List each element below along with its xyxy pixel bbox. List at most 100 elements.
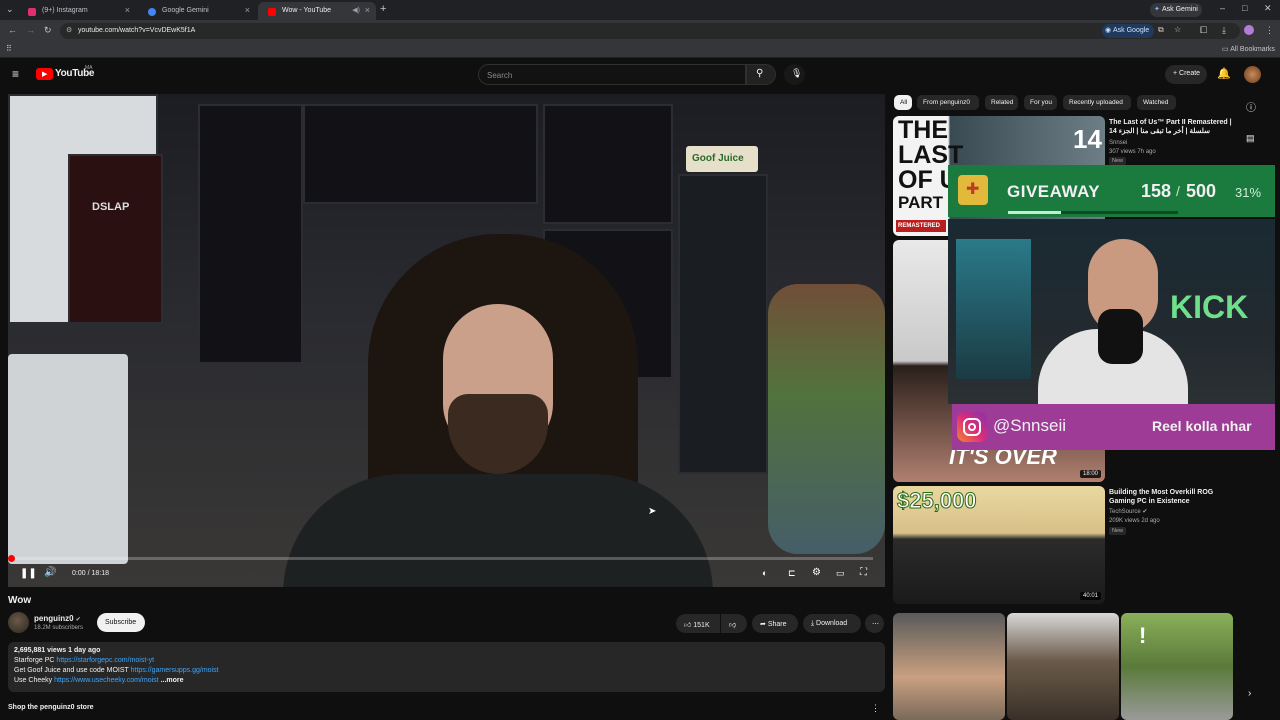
close-window-icon[interactable]: ✕ (1264, 3, 1272, 14)
search-button[interactable]: ⚲ (746, 64, 776, 85)
recommendation-title[interactable]: The Last of Us™ Part II Remastered | 14 … (1109, 118, 1239, 136)
tab-search-icon[interactable]: ⌄ (6, 4, 14, 15)
subscriber-count: 18.2M subscribers (34, 625, 84, 631)
video-duration: 18:00 (1079, 470, 1101, 478)
tab-youtube[interactable]: Wow - YouTube ◀) × (258, 2, 376, 20)
download-button[interactable]: ⤓ Download (803, 614, 861, 633)
recommendation-meta: 209K views 2d ago (1109, 518, 1160, 524)
chip-recently-uploaded[interactable]: Recently uploaded (1063, 95, 1131, 110)
theater-mode-icon[interactable]: ▭ (836, 568, 845, 579)
like-button[interactable]: 👍︎ 151K (676, 614, 720, 633)
gift-icon: ✚ (958, 175, 988, 205)
gemini-favicon-icon (148, 8, 156, 16)
ask-google-button[interactable]: ◉ Ask Google (1102, 24, 1154, 38)
like-count: 151K (693, 622, 710, 629)
tab-label: Wow - YouTube (282, 7, 332, 14)
chip-related[interactable]: Related (985, 95, 1018, 110)
store-menu-icon[interactable]: ⋮ (871, 703, 880, 714)
chip-from-channel[interactable]: From penguinz0 (917, 95, 979, 110)
neon-sign-text: KICK (1170, 289, 1249, 325)
downloads-icon[interactable]: ⤓ (1222, 25, 1226, 36)
recommendation-title[interactable]: Building the Most Overkill ROG Gaming PC… (1109, 488, 1234, 506)
apps-grid-icon[interactable]: ⠿ (6, 44, 12, 53)
chip-watched[interactable]: Watched (1137, 95, 1176, 110)
description-link[interactable]: https://gamersupps.gg/moist (131, 667, 219, 674)
cast-icon[interactable]: ⧉ (1158, 25, 1164, 35)
shorts-thumbnail[interactable]: ! (1121, 613, 1233, 720)
share-arrow-icon: ➦ (760, 621, 768, 628)
folder-icon: ▭ (1222, 46, 1229, 53)
shorts-thumbnail[interactable] (1007, 613, 1119, 720)
tab-label: (9+) Instagram (42, 7, 88, 14)
thumbs-down-icon: 👎︎ (729, 622, 737, 629)
minimize-icon[interactable]: – (1220, 3, 1225, 13)
giveaway-count: 158 (1141, 181, 1172, 201)
chat-icon[interactable]: ▤ (1246, 133, 1255, 144)
show-more-link[interactable]: ...more (161, 677, 184, 684)
dislike-button[interactable]: 👎︎ (721, 614, 747, 633)
ask-gemini-button[interactable]: ✦ Ask Gemini (1150, 3, 1202, 17)
channel-avatar[interactable] (8, 612, 29, 633)
chip-all[interactable]: All (894, 95, 912, 110)
close-tab-icon[interactable]: × (245, 5, 250, 15)
info-icon[interactable]: ⓘ (1246, 99, 1256, 114)
chrome-menu-icon[interactable]: ⋮ (1265, 25, 1274, 36)
captions-icon[interactable]: ⊏ (788, 568, 796, 579)
notifications-bell-icon[interactable]: 🔔 (1217, 67, 1231, 80)
close-tab-icon[interactable]: × (125, 5, 130, 15)
autoplay-toggle-icon[interactable]: ◐ (762, 568, 767, 578)
fridge (678, 174, 768, 474)
create-button[interactable]: + Create (1165, 65, 1207, 84)
address-bar[interactable]: ⚙ youtube.com/watch?v=VcvDEwK5f1A ◉ Ask … (60, 23, 1240, 39)
all-bookmarks-link[interactable]: ▭ All Bookmarks (1222, 45, 1275, 53)
more-actions-button[interactable]: ⋯ (865, 614, 884, 633)
video-player[interactable]: DSLAP Goof Juice ➤ (8, 94, 885, 587)
neon-sign: Goof Juice (686, 146, 758, 172)
ask-gemini-label: Ask Gemini (1162, 6, 1198, 13)
site-info-icon[interactable]: ⚙ (66, 26, 72, 34)
description-link[interactable]: https://starforgepc.com/moist-yt (56, 657, 154, 664)
giveaway-total: 500 (1186, 181, 1217, 201)
url-text: youtube.com/watch?v=VcvDEwK5f1A (78, 27, 196, 34)
settings-gear-icon[interactable]: ⚙ (812, 567, 821, 578)
reload-icon[interactable]: ↻ (44, 25, 52, 36)
share-label: Share (767, 621, 787, 628)
video-duration: 40:01 (1079, 592, 1101, 600)
giveaway-label: GIVEAWAY (1007, 182, 1101, 201)
volume-icon[interactable]: 🔊 (44, 567, 56, 578)
video-progress-bar[interactable] (8, 555, 873, 562)
recommendation-thumbnail[interactable]: $25,000 40:01 (893, 486, 1105, 604)
bookmark-star-icon[interactable]: ☆ (1174, 25, 1181, 34)
description-link[interactable]: https://www.usecheeky.com/moist (54, 677, 159, 684)
profile-avatar[interactable] (1244, 25, 1254, 35)
shorts-thumbnail[interactable] (893, 613, 1005, 720)
forward-icon[interactable]: → (26, 25, 35, 35)
chip-for-you[interactable]: For you (1024, 95, 1057, 110)
audio-playing-icon[interactable]: ◀) (352, 6, 360, 14)
channel-name[interactable]: penguinz0 ✔ (34, 614, 81, 623)
hamburger-menu-icon[interactable]: ≡ (12, 67, 19, 81)
recommendation-channel[interactable]: TechSource ✔ (1109, 508, 1147, 516)
scrubber-handle[interactable] (8, 555, 15, 562)
search-input[interactable]: Search (478, 64, 746, 85)
extensions-icon[interactable]: ⧠ (1200, 25, 1207, 36)
tab-instagram[interactable]: (9+) Instagram × (18, 2, 136, 20)
chevron-right-icon[interactable]: › (1248, 688, 1251, 699)
account-avatar[interactable] (1244, 66, 1261, 83)
back-icon[interactable]: ← (8, 25, 17, 35)
share-button[interactable]: ➦ Share (752, 614, 798, 633)
pause-icon[interactable]: ❚❚ (20, 568, 37, 579)
store-section-title: Shop the penguinz0 store (8, 704, 94, 711)
recommendation-channel[interactable]: Snnsei (1109, 139, 1127, 147)
voice-search-button[interactable]: 🎙 (784, 64, 805, 85)
description-box[interactable]: 2,695,881 views 1 day ago Starforge PC h… (8, 642, 885, 692)
fullscreen-icon[interactable]: ⛶ (860, 567, 867, 578)
tab-gemini[interactable]: Google Gemini × (138, 2, 256, 20)
verified-badge-icon: ✔ (1142, 509, 1148, 515)
youtube-header: ≡ ▶ YouTube MA Search ⚲ 🎙 + Create 🔔 (0, 60, 1280, 90)
maximize-icon[interactable]: □ (1242, 3, 1247, 13)
browser-tab-bar: ⌄ (9+) Instagram × Google Gemini × Wow -… (0, 0, 1280, 20)
new-tab-icon[interactable]: + (380, 3, 386, 15)
subscribe-button[interactable]: Subscribe (97, 613, 145, 632)
close-tab-icon[interactable]: × (365, 5, 370, 15)
